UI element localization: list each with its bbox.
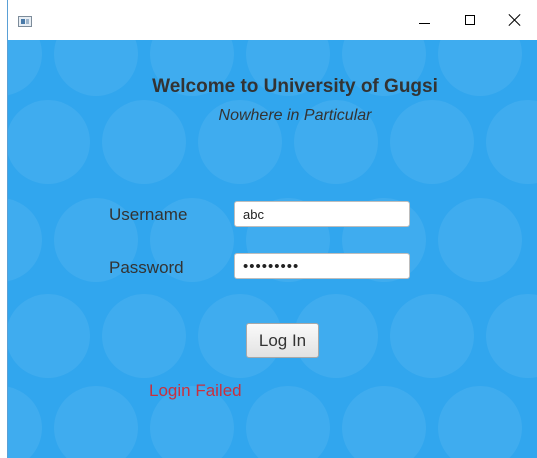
- background-dot: [102, 294, 186, 378]
- login-status-message: Login Failed: [149, 381, 242, 400]
- minimize-icon: [418, 22, 430, 24]
- password-field[interactable]: [234, 253, 410, 279]
- title-bar[interactable]: [8, 0, 537, 40]
- background-dot: [8, 294, 90, 378]
- password-label: Password: [109, 258, 184, 277]
- background-dot: [8, 386, 42, 458]
- background-dot: [342, 386, 426, 458]
- background-dot: [390, 294, 474, 378]
- app-window: Welcome to University of Gugsi Nowhere i…: [7, 0, 537, 458]
- background-dot: [438, 386, 522, 458]
- app-window-icon[interactable]: [18, 16, 32, 27]
- username-field[interactable]: [234, 201, 410, 227]
- page-subtitle: Nowhere in Particular: [218, 107, 372, 124]
- maximize-icon: [465, 15, 475, 25]
- minimize-button[interactable]: [401, 0, 447, 40]
- background-dot: [246, 386, 330, 458]
- username-label: Username: [109, 205, 188, 224]
- background-dot: [54, 386, 138, 458]
- background-dot: [486, 294, 537, 378]
- page-title: Welcome to University of Gugsi: [152, 76, 438, 97]
- close-icon: [508, 13, 522, 27]
- close-button[interactable]: [492, 0, 537, 40]
- login-button[interactable]: Log In: [246, 323, 319, 358]
- background-dot: [438, 198, 522, 282]
- maximize-button[interactable]: [447, 0, 493, 40]
- login-panel: Welcome to University of Gugsi Nowhere i…: [8, 40, 537, 458]
- background-dot: [8, 198, 42, 282]
